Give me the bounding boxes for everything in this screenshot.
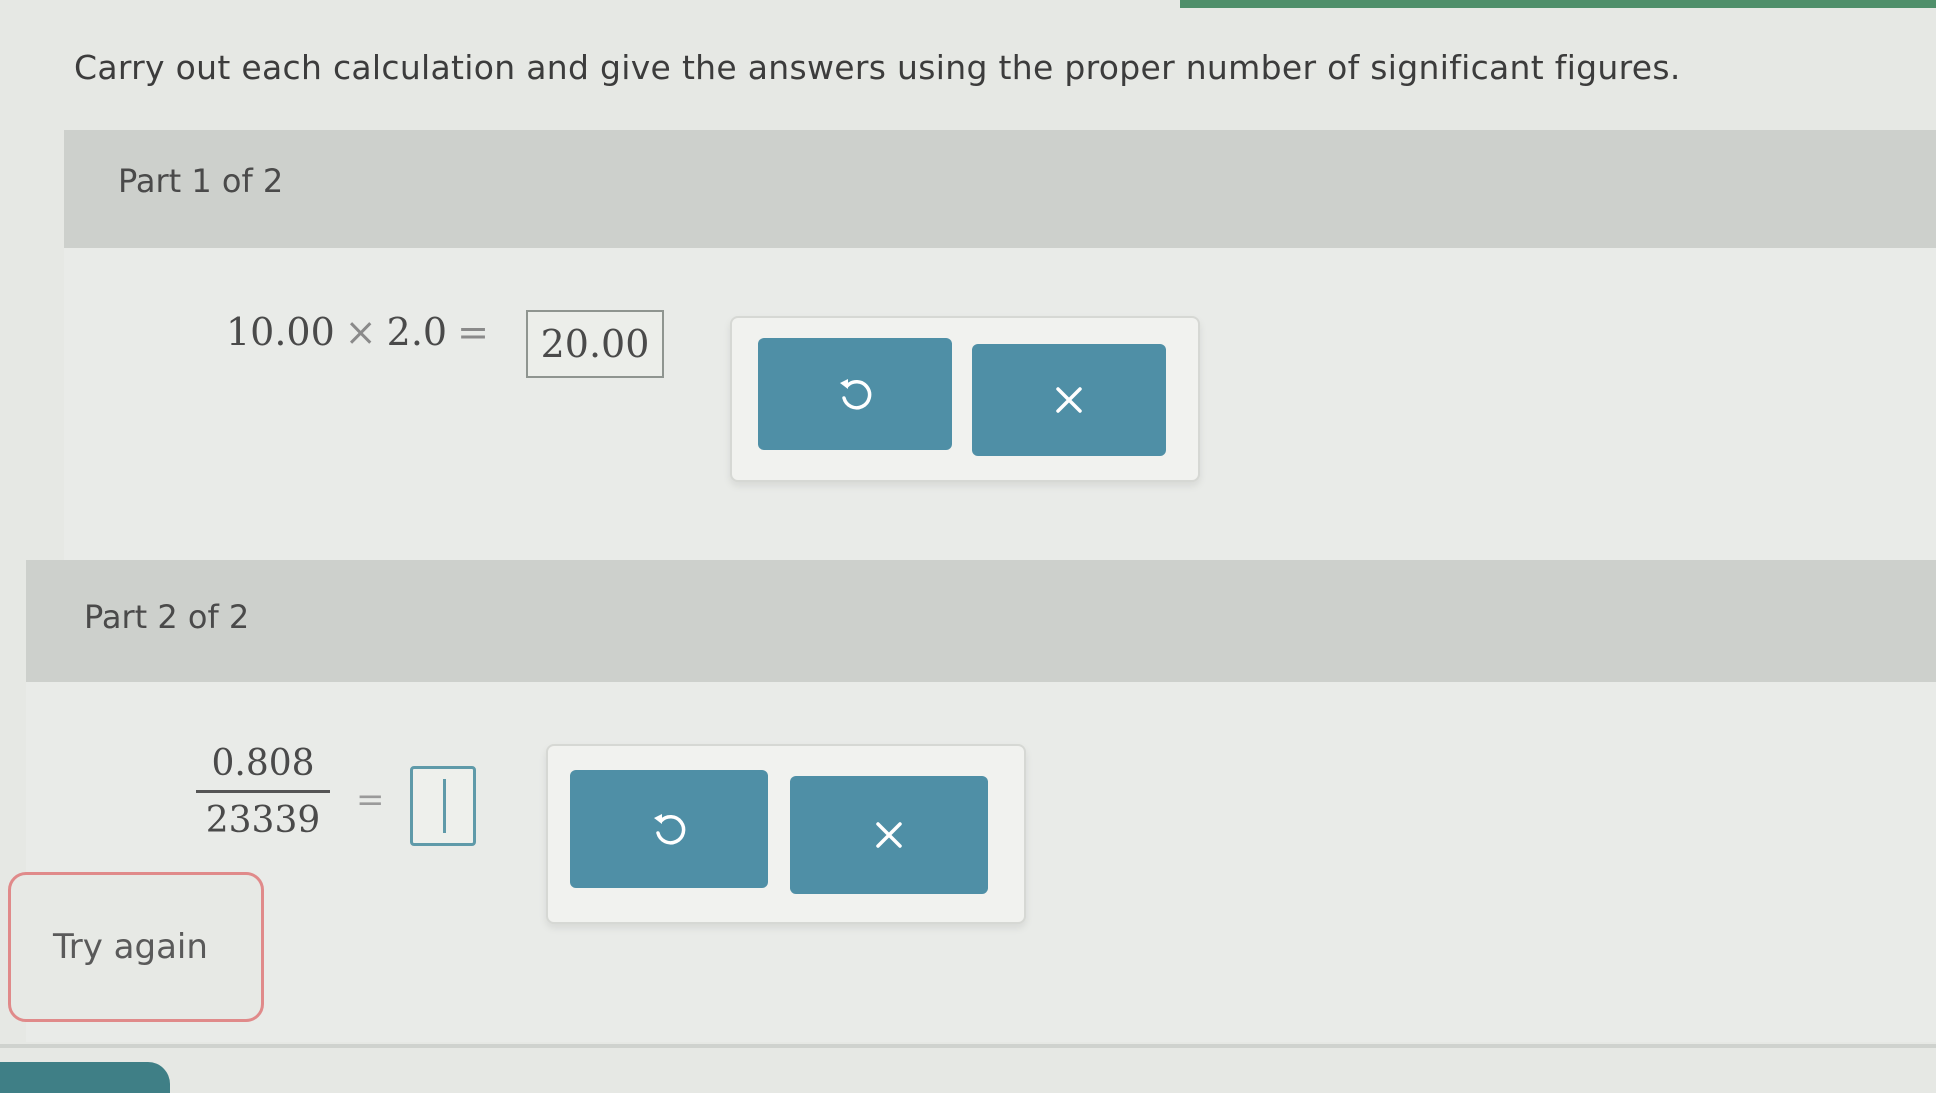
top-accent-bar <box>1180 0 1936 8</box>
try-again-feedback: Try again <box>8 872 264 1022</box>
equals-sign: = <box>356 780 385 820</box>
equals-sign: = <box>457 310 489 354</box>
clear-x-icon <box>872 818 906 852</box>
try-again-label: Try again <box>53 927 208 967</box>
part-2-header: Part 2 of 2 <box>26 560 1936 682</box>
part-2-answer-input[interactable] <box>410 766 476 846</box>
instructions-text: Carry out each calculation and give the … <box>74 48 1681 87</box>
part-2-button-panel <box>546 744 1026 924</box>
undo-icon <box>649 809 689 849</box>
part-1-clear-button[interactable] <box>972 344 1166 456</box>
part-2-clear-button[interactable] <box>790 776 988 894</box>
part-1-expression: 10.00 × 2.0 = <box>226 310 499 354</box>
fraction-bar <box>196 790 330 793</box>
part-1-button-panel <box>730 316 1200 482</box>
left-operand: 10.00 <box>226 310 335 354</box>
multiply-operator: × <box>344 310 377 354</box>
clear-x-icon <box>1052 383 1086 417</box>
fraction-denominator: 23339 <box>205 800 321 841</box>
part-1-answer-box[interactable]: 20.00 <box>526 310 664 378</box>
bottom-tab[interactable] <box>0 1062 170 1093</box>
part-2-title: Part 2 of 2 <box>84 598 250 636</box>
undo-icon <box>835 374 875 414</box>
part-1-header: Part 1 of 2 <box>64 130 1936 248</box>
right-operand: 2.0 <box>386 310 448 354</box>
part-1-undo-button[interactable] <box>758 338 952 450</box>
fraction-numerator: 0.808 <box>211 743 315 784</box>
part-2-fraction: 0.808 23339 <box>196 742 330 843</box>
bottom-divider <box>0 1044 1936 1048</box>
part-1-title: Part 1 of 2 <box>118 162 284 200</box>
part-2-undo-button[interactable] <box>570 770 768 888</box>
text-cursor <box>443 779 446 833</box>
